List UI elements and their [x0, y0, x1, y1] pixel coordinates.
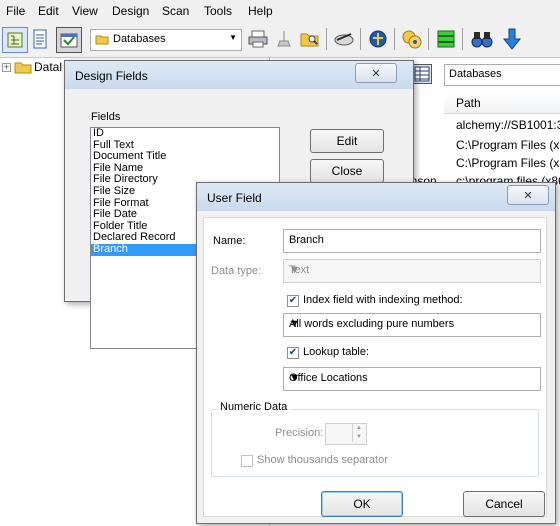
folder-icon [14, 62, 32, 74]
hammer-icon[interactable] [272, 27, 296, 51]
toolbar-separator [462, 28, 463, 50]
index-checkbox[interactable]: ✔ [287, 295, 299, 307]
thousands-label: Show thousands separator [257, 454, 388, 466]
pane-database-combo-value: Databases [449, 68, 502, 80]
spinner-arrows-icon: ▲ ▼ [352, 424, 365, 442]
document-view-icon[interactable] [28, 27, 52, 51]
expand-icon[interactable]: + [2, 63, 11, 72]
scan-icon[interactable] [332, 27, 356, 51]
fields-label: Fields [91, 111, 121, 123]
lookup-table-select[interactable]: Office Locations ▼ [283, 367, 541, 391]
toolbar-separator [394, 28, 395, 50]
ok-button[interactable]: OK [321, 491, 403, 517]
numeric-group-label: Numeric Data [217, 401, 291, 413]
column-header-path[interactable]: Path [444, 92, 560, 114]
menu-tools[interactable]: Tools [204, 4, 232, 18]
data-type-label: Data type: [211, 265, 262, 277]
precision-spinner: ▲ ▼ [325, 423, 367, 445]
menu-design[interactable]: Design [112, 4, 149, 18]
chevron-down-icon: ▼ [289, 372, 300, 384]
list-item[interactable]: alchemy://SB1001:3 [456, 118, 560, 132]
chevron-down-icon: ▼ [229, 33, 237, 42]
lookup-checkbox[interactable]: ✔ [287, 347, 299, 359]
search-folder-icon[interactable] [298, 27, 322, 51]
data-type-select: Text ▼ [283, 259, 541, 283]
dialog-title: User Field [207, 191, 262, 205]
audit-icon[interactable] [366, 27, 390, 51]
sync-icon[interactable] [400, 27, 424, 51]
menu-view[interactable]: View [72, 4, 98, 18]
column-header-label: Path [456, 96, 481, 110]
menu-edit[interactable]: Edit [38, 4, 59, 18]
chevron-down-icon: ▼ [289, 318, 300, 330]
pane-database-combo[interactable]: Databases [444, 64, 560, 86]
precision-label: Precision: [275, 427, 324, 439]
close-icon[interactable]: ✕ [507, 185, 549, 205]
menu-bar: File Edit View Design Scan Tools Help [0, 0, 560, 22]
menu-help[interactable]: Help [248, 4, 273, 18]
database-combo[interactable]: Databases ▼ [90, 29, 242, 51]
film-icon[interactable] [434, 27, 458, 51]
menu-file[interactable]: File [6, 4, 25, 18]
index-checkbox-label: Index field with indexing method: [303, 294, 463, 306]
fields-list-item[interactable]: ID [91, 127, 279, 140]
toolbar-separator [326, 28, 327, 50]
name-field[interactable]: Branch [283, 229, 541, 253]
printer-icon[interactable] [246, 27, 270, 51]
lookup-checkbox-label: Lookup table: [303, 346, 370, 358]
numeric-data-group [211, 409, 539, 477]
edit-button[interactable]: Edit [310, 129, 384, 153]
list-item[interactable]: C:\Program Files (x8 [456, 138, 560, 152]
name-label: Name: [213, 235, 246, 247]
toolbar-separator [360, 28, 361, 50]
chevron-down-icon: ▼ [289, 264, 300, 276]
toolbar-separator [428, 28, 429, 50]
close-icon[interactable]: ✕ [355, 63, 397, 83]
cancel-button[interactable]: Cancel [463, 491, 545, 517]
tree-view-icon[interactable] [2, 27, 28, 53]
list-item[interactable]: C:\Program Files (x8 [456, 156, 560, 170]
name-value: Branch [289, 234, 324, 246]
binoculars-icon[interactable] [470, 27, 494, 51]
toolbar: Databases ▼ [0, 22, 560, 58]
down-arrow-icon[interactable] [500, 27, 524, 51]
dialog-title: Design Fields [75, 69, 148, 83]
user-field-titlebar: User Field [197, 183, 555, 211]
user-field-dialog: User Field ✕ Name: Branch Data type: Tex… [196, 182, 556, 524]
properties-icon[interactable] [56, 27, 82, 53]
close-button[interactable]: Close [310, 159, 384, 183]
database-combo-value: Databases [113, 33, 166, 45]
menu-scan[interactable]: Scan [162, 4, 189, 18]
tree-root-label[interactable]: Datal [34, 60, 62, 74]
index-method-select[interactable]: All words excluding pure numbers ▼ [283, 313, 541, 337]
thousands-checkbox [241, 455, 253, 467]
grid-view-icon[interactable] [412, 64, 432, 84]
